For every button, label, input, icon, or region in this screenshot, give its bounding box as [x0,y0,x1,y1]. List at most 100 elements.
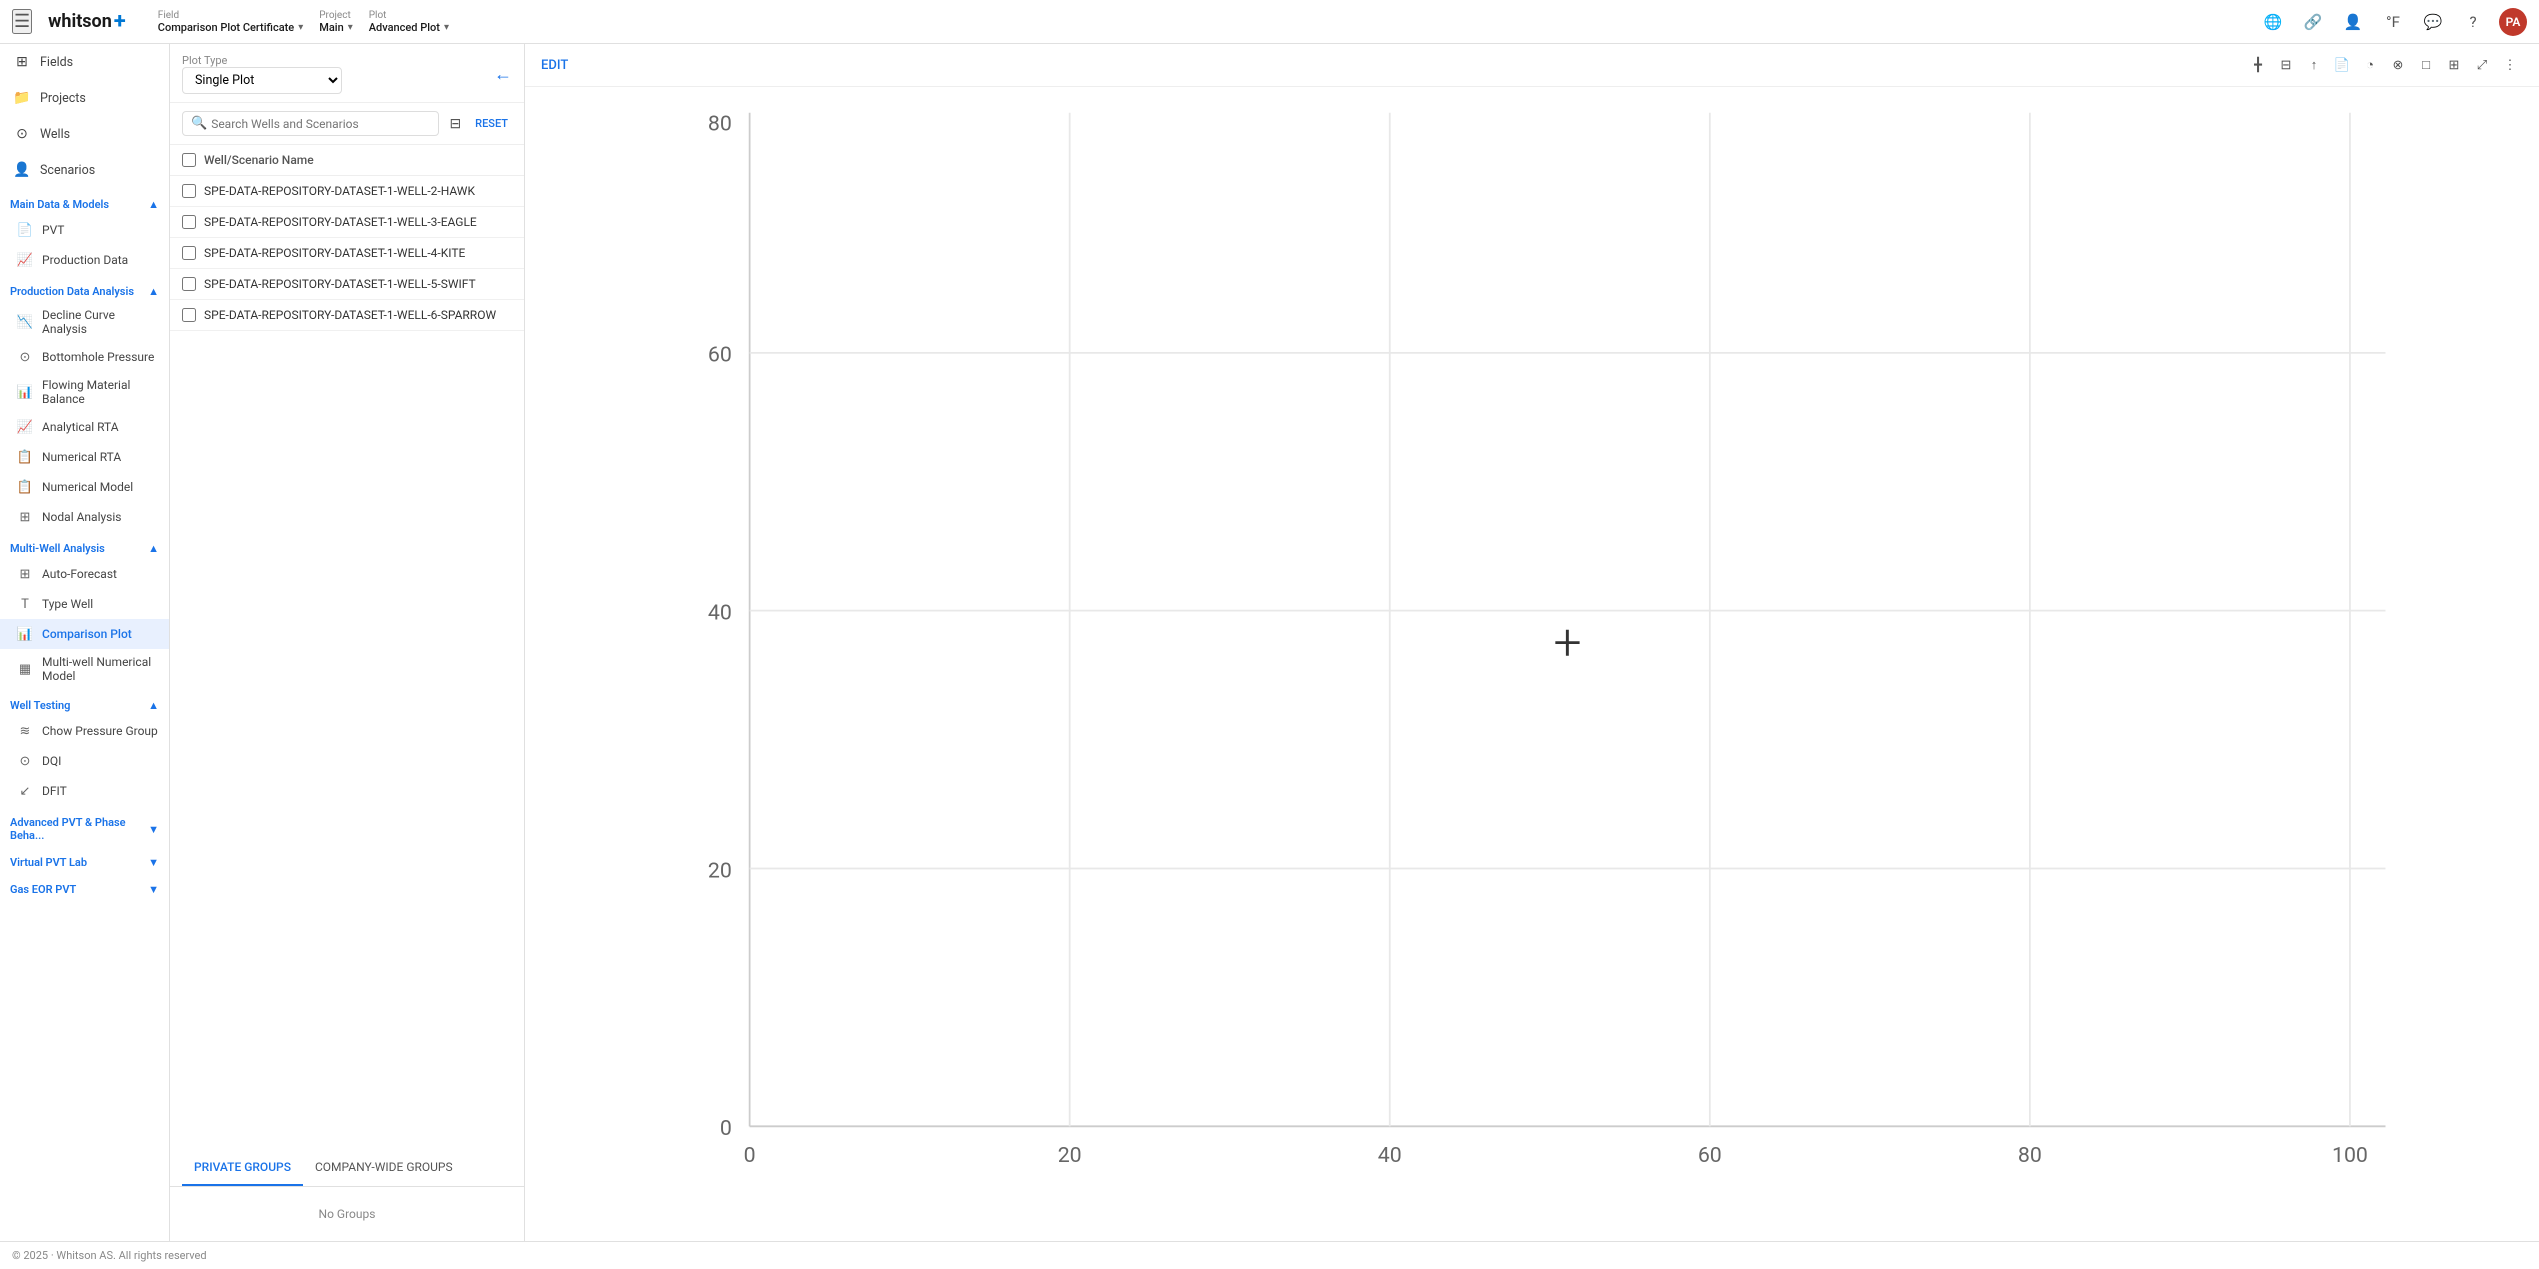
sidebar-item-numerical-model[interactable]: 📋 Numerical Model [0,472,169,502]
projects-label: Projects [40,91,86,106]
section-apvt-label: Advanced PVT & Phase Beha... [10,816,148,842]
sidebar-item-production-data[interactable]: 📈 Production Data [0,245,169,275]
sidebar-item-numerical-rta[interactable]: 📋 Numerical RTA [0,442,169,472]
edit-button[interactable]: EDIT [541,58,568,73]
user-button[interactable]: 👤 [2339,8,2367,36]
pie-tool-button[interactable]: ◔ [2357,52,2383,78]
well-checkbox-5[interactable] [182,308,196,322]
sidebar-item-wells[interactable]: ⊙ Wells [0,116,169,152]
section-gas-eor-pvt[interactable]: Gas EOR PVT ▼ [0,877,169,900]
decline-curve-icon: 📉 [16,313,34,331]
sidebar-item-dqi[interactable]: ⊙ DQI [0,746,169,776]
section-vpvt-chevron[interactable]: ▼ [148,856,159,869]
dfit-icon: ↙ [16,782,34,800]
chow-pressure-icon: ≋ [16,722,34,740]
crosshair-tool-button[interactable]: ╋ [2245,52,2271,78]
export-tool-button[interactable]: ↑ [2301,52,2327,78]
sidebar-item-chow-pressure-group[interactable]: ≋ Chow Pressure Group [0,716,169,746]
square-tool-button[interactable]: □ [2413,52,2439,78]
section-main-data-chevron[interactable]: ▲ [148,198,159,211]
reset-button[interactable]: RESET [471,113,512,134]
sidebar-item-auto-forecast[interactable]: ⊞ Auto-Forecast [0,559,169,589]
link-button[interactable]: 🔗 [2299,8,2327,36]
well-list-item[interactable]: SPE-DATA-REPOSITORY-DATASET-1-WELL-6-SPA… [170,300,524,331]
section-main-data-models[interactable]: Main Data & Models ▲ [0,192,169,215]
sidebar-item-pvt[interactable]: 📄 PVT [0,215,169,245]
well-checkbox-1[interactable] [182,184,196,198]
more-tool-button[interactable]: ⋮ [2497,52,2523,78]
hamburger-button[interactable]: ☰ [12,9,32,34]
document-tool-button[interactable]: 📄 [2329,52,2355,78]
nodal-analysis-label: Nodal Analysis [42,510,121,524]
well-checkbox-4[interactable] [182,277,196,291]
svg-text:20: 20 [708,858,732,883]
plot-type-label: Plot Type [182,54,342,67]
back-button[interactable]: ← [494,64,512,85]
project-dropdown-icon[interactable]: ▾ [348,22,353,33]
layers-tool-button[interactable]: ⊗ [2385,52,2411,78]
sidebar-item-flowing-material-balance[interactable]: 📊 Flowing Material Balance [0,372,169,412]
well-checkbox-3[interactable] [182,246,196,260]
project-selector: Project Main ▾ [319,10,353,34]
well-checkbox-2[interactable] [182,215,196,229]
logo-text: whitson [48,11,112,32]
sidebar-item-fields[interactable]: ⊞ Fields [0,44,169,80]
plot-type-select[interactable]: Single Plot Multi Plot [182,67,342,94]
well-list-item[interactable]: SPE-DATA-REPOSITORY-DATASET-1-WELL-5-SWI… [170,269,524,300]
tab-private-groups[interactable]: PRIVATE GROUPS [182,1150,303,1186]
help-button[interactable]: ? [2459,8,2487,36]
section-apvt-chevron[interactable]: ▼ [148,823,159,836]
multi-well-nm-label: Multi-well Numerical Model [42,655,159,683]
section-pda-label: Production Data Analysis [10,285,134,298]
grid-tool-button[interactable]: ⊞ [2441,52,2467,78]
sidebar-item-analytical-rta[interactable]: 📈 Analytical RTA [0,412,169,442]
sidebar-item-dfit[interactable]: ↙ DFIT [0,776,169,806]
fields-label: Fields [40,55,73,70]
section-vpvt-label: Virtual PVT Lab [10,856,87,869]
fmb-icon: 📊 [16,383,34,401]
footer: © 2025 · Whitson AS. All rights reserved [0,1241,2539,1269]
section-wt-chevron[interactable]: ▲ [148,699,159,712]
sidebar-item-projects[interactable]: 📁 Projects [0,80,169,116]
field-dropdown-icon[interactable]: ▾ [298,22,303,33]
section-pda-items: 📉 Decline Curve Analysis ⊙ Bottomhole Pr… [0,302,169,532]
search-input[interactable] [211,117,430,131]
expand-tool-button[interactable]: ⤢ [2469,52,2495,78]
section-mwa-chevron[interactable]: ▲ [148,542,159,555]
table-tool-button[interactable]: ⊟ [2273,52,2299,78]
globe-button[interactable]: 🌐 [2259,8,2287,36]
pvt-label: PVT [42,223,64,237]
section-virtual-pvt-lab[interactable]: Virtual PVT Lab ▼ [0,850,169,873]
svg-text:20: 20 [1058,1143,1082,1168]
sidebar-item-type-well[interactable]: T Type Well [0,589,169,619]
field-value-row: Comparison Plot Certificate ▾ [158,21,303,34]
well-name-4: SPE-DATA-REPOSITORY-DATASET-1-WELL-5-SWI… [204,277,476,291]
section-advanced-pvt[interactable]: Advanced PVT & Phase Beha... ▼ [0,810,169,846]
sidebar-item-scenarios[interactable]: 👤 Scenarios [0,152,169,188]
well-name-5: SPE-DATA-REPOSITORY-DATASET-1-WELL-6-SPA… [204,308,496,322]
select-all-checkbox[interactable] [182,153,196,167]
section-pda-chevron[interactable]: ▲ [148,285,159,298]
section-multi-well-analysis[interactable]: Multi-Well Analysis ▲ [0,536,169,559]
well-list-item[interactable]: SPE-DATA-REPOSITORY-DATASET-1-WELL-4-KIT… [170,238,524,269]
filter-button[interactable]: ⊟ [445,112,465,136]
sidebar-item-bottomhole-pressure[interactable]: ⊙ Bottomhole Pressure [0,342,169,372]
plot-dropdown-icon[interactable]: ▾ [444,22,449,33]
sidebar-item-decline-curve[interactable]: 📉 Decline Curve Analysis [0,302,169,342]
well-list-item[interactable]: SPE-DATA-REPOSITORY-DATASET-1-WELL-3-EAG… [170,207,524,238]
groups-empty-message: No Groups [170,1187,524,1241]
sidebar-item-nodal-analysis[interactable]: ⊞ Nodal Analysis [0,502,169,532]
temp-button[interactable]: °F [2379,8,2407,36]
avatar[interactable]: PA [2499,8,2527,36]
well-list-item[interactable]: SPE-DATA-REPOSITORY-DATASET-1-WELL-2-HAW… [170,176,524,207]
sidebar-item-multi-well-numerical-model[interactable]: ▦ Multi-well Numerical Model [0,649,169,689]
sidebar-item-comparison-plot[interactable]: 📊 Comparison Plot [0,619,169,649]
tab-company-wide-groups[interactable]: COMPANY-WIDE GROUPS [303,1150,465,1186]
section-geor-chevron[interactable]: ▼ [148,883,159,896]
section-production-data-analysis[interactable]: Production Data Analysis ▲ [0,279,169,302]
chat-button[interactable]: 💬 [2419,8,2447,36]
filter-panel: Plot Type Single Plot Multi Plot ← 🔍 [170,44,525,1241]
section-well-testing[interactable]: Well Testing ▲ [0,693,169,716]
project-value: Main [319,21,343,34]
analytical-rta-label: Analytical RTA [42,420,119,434]
